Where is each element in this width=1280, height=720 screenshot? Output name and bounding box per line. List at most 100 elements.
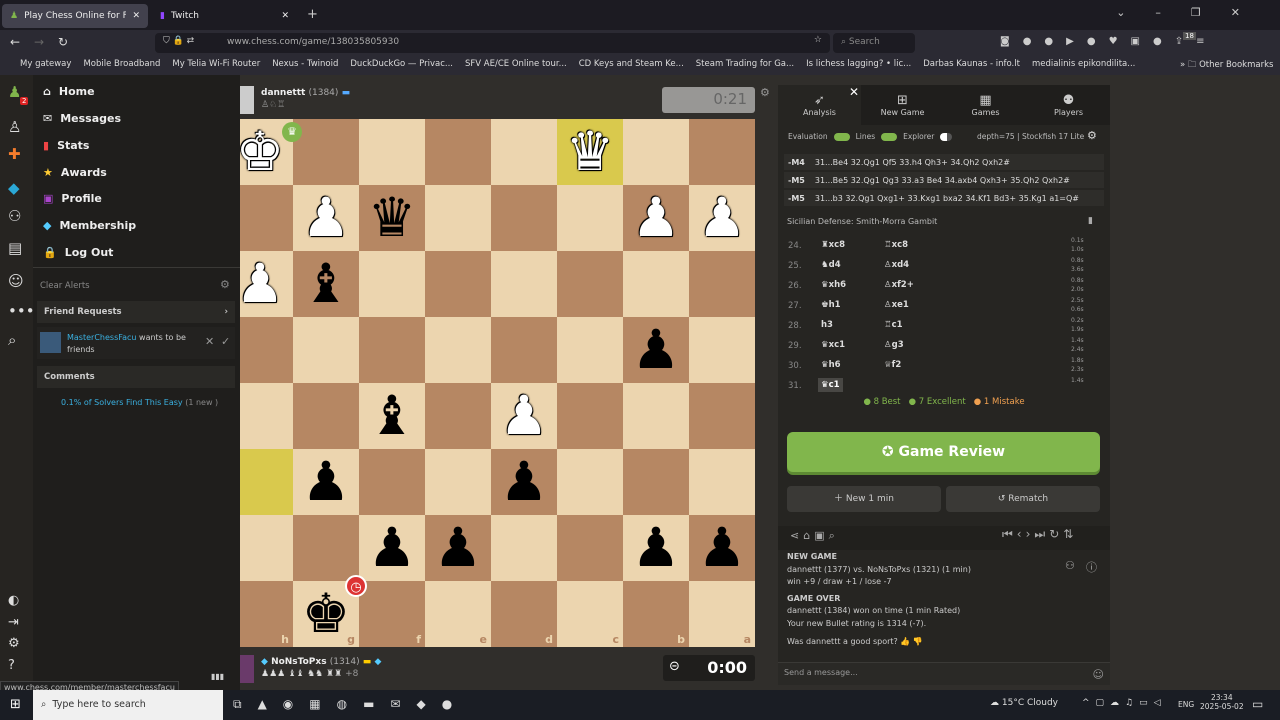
square-f1[interactable] [359,119,425,185]
square-c7[interactable] [557,515,623,581]
square-d7[interactable] [491,515,557,581]
menu-awards[interactable]: ★ Awards [43,166,107,179]
white-move[interactable]: ♛xc1 [818,338,848,352]
square-c6[interactable] [557,449,623,515]
black-piece[interactable]: ♟ [632,323,680,377]
square-g6[interactable]: ♟ [293,449,359,515]
new-game-button[interactable]: ＋ New 1 min [787,486,941,512]
square-h6[interactable] [240,449,293,515]
black-move[interactable]: ♙xe1 [884,300,909,310]
notifications-icon[interactable]: ▭ [1252,697,1263,711]
white-move[interactable]: ♜xc8 [818,238,848,252]
white-move[interactable]: ♛h6 [818,358,844,372]
square-a7[interactable]: ♟ [689,515,755,581]
explorer-toggle[interactable] [940,132,953,141]
rematch-button[interactable]: ↺ Rematch [946,486,1100,512]
puzzles-icon[interactable]: ✚ [8,145,21,163]
square-b4[interactable]: ♟ [623,317,689,383]
square-g3[interactable]: ♝ [293,251,359,317]
other-bookmarks[interactable]: » 🗀 Other Bookmarks [1180,59,1273,73]
star-icon[interactable]: ☆ [814,35,822,45]
language[interactable]: ENG [1178,700,1194,709]
clear-alerts-link[interactable]: Clear Alerts [40,281,90,291]
more-icon[interactable]: ••• [8,302,35,320]
menu-profile[interactable]: ▣ Profile [43,192,102,205]
white-piece[interactable]: ♟ [240,257,284,311]
black-piece[interactable]: ♝ [302,257,350,311]
square-g7[interactable] [293,515,359,581]
settings-icon[interactable]: ⚙ [8,636,20,651]
chat-input[interactable]: Send a message... ☺ [778,662,1110,685]
game-review-button[interactable]: ✪ Game Review [787,432,1100,472]
white-piece[interactable]: ♚ [240,125,284,179]
square-f2[interactable]: ♛ [359,185,425,251]
report-icon[interactable]: ⓘ [1086,559,1097,575]
taskbar-search[interactable]: ⌕ Type here to search [33,690,223,720]
windows-start-icon[interactable]: ⊞ [10,697,21,712]
square-a4[interactable] [689,317,755,383]
search-icon[interactable]: ⌕ [8,331,16,349]
bookmark[interactable]: My gateway [20,59,71,71]
share-analysis-icons[interactable]: ⋖⌂▣⌕ [790,529,839,543]
bookmark[interactable]: DuckDuckGo — Privac... [350,59,453,71]
square-a5[interactable] [689,383,755,449]
lines-toggle[interactable] [881,132,898,141]
square-d6[interactable]: ♟ [491,449,557,515]
square-c8[interactable]: c [557,581,623,647]
new-tab-button[interactable]: + [307,7,318,22]
back-icon[interactable]: ← [10,35,20,49]
square-h5[interactable] [240,383,293,449]
black-piece[interactable]: ♟ [302,455,350,509]
square-h3[interactable]: ♟ [240,251,293,317]
square-b5[interactable] [623,383,689,449]
square-f7[interactable]: ♟ [359,515,425,581]
news-icon[interactable]: ▤ [8,239,22,257]
square-h8[interactable]: h [240,581,293,647]
square-b1[interactable] [623,119,689,185]
learn-icon[interactable]: ◆ [8,179,20,197]
white-move[interactable]: h3 [818,318,836,332]
square-e5[interactable] [425,383,491,449]
comments-header[interactable]: Comments [37,366,235,388]
square-f8[interactable]: f [359,581,425,647]
bookmark[interactable]: Darbas Kaunas - info.lt [923,59,1020,71]
bookmark[interactable]: My Telia Wi-Fi Router [172,59,260,71]
menu-stats[interactable]: ▮ Stats [43,139,89,152]
user-link[interactable]: MasterChessFacu [67,333,136,342]
window-controls[interactable]: ⌄–❐✕ [1116,6,1270,19]
square-f6[interactable] [359,449,425,515]
white-piece[interactable]: ♟ [302,191,350,245]
square-g1[interactable] [293,119,359,185]
engine-line[interactable]: -M5 31...b3 32.Qg1 Qxg1+ 33.Kxg1 bxa2 34.… [784,190,1104,206]
menu-logout[interactable]: 🔒 Log Out [43,246,113,259]
square-b7[interactable]: ♟ [623,515,689,581]
square-g5[interactable] [293,383,359,449]
square-d2[interactable] [491,185,557,251]
settings-icon[interactable]: ⚙ [760,86,770,99]
square-f3[interactable] [359,251,425,317]
bookmark[interactable]: SFV AE/CE Online tour... [465,59,567,71]
black-piece[interactable]: ♟ [434,521,482,575]
square-b6[interactable] [623,449,689,515]
square-d1[interactable] [491,119,557,185]
square-h7[interactable] [240,515,293,581]
square-e8[interactable]: e [425,581,491,647]
black-move[interactable]: ♖c1 [884,320,903,330]
bookmark[interactable]: Steam Trading for Ga... [696,59,794,71]
white-piece[interactable]: ♟ [632,191,680,245]
engine-line[interactable]: -M5 31...Be5 32.Qg1 Qg3 33.a3 Be4 34.axb4… [784,172,1104,188]
close-icon[interactable]: ✕ [132,11,140,21]
bookmark[interactable]: medialinis epikondilita... [1032,59,1135,71]
square-a3[interactable] [689,251,755,317]
square-e7[interactable]: ♟ [425,515,491,581]
square-c2[interactable] [557,185,623,251]
black-piece[interactable]: ♟ [368,521,416,575]
square-g2[interactable]: ♟ [293,185,359,251]
url-bar[interactable]: www.chess.com/game/138035805930 ⛉ 🔒 ⇄ ☆ [155,33,830,53]
square-b8[interactable]: b [623,581,689,647]
black-move[interactable]: ♙xd4 [884,260,909,270]
black-move[interactable]: ♕f2 [884,360,901,370]
help-icon[interactable]: ? [8,658,15,673]
bookmark[interactable]: Nexus - Twinoid [272,59,338,71]
gear-icon[interactable]: ⚙ [1087,129,1097,142]
